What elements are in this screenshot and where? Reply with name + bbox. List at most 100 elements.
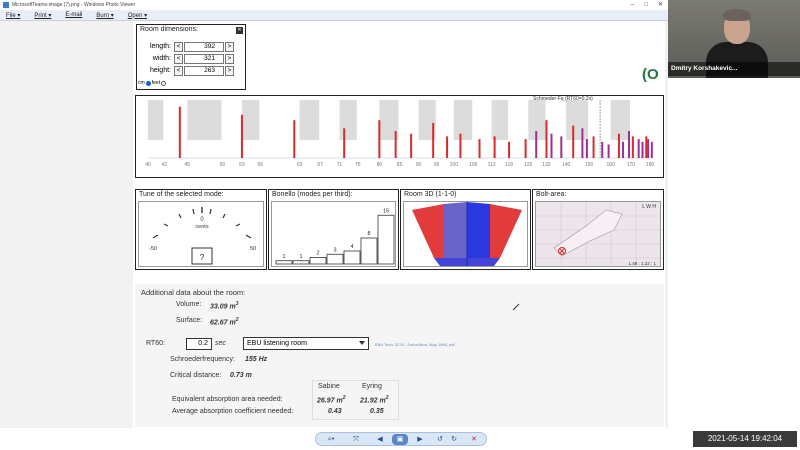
critical-distance-label: Critical distance:	[170, 372, 222, 379]
absorption-area-sabine: 26.97 m	[317, 397, 343, 405]
rt60-input[interactable]: 0.2	[186, 338, 212, 350]
menu-email[interactable]: E-mail	[65, 12, 82, 18]
mode-bar	[394, 131, 397, 158]
room-back-right	[467, 202, 490, 262]
schroeder-frequency-marker-label: Schroeder-Fq (RT60=0.2s)	[533, 96, 593, 102]
delete-button[interactable]: ✕	[468, 434, 480, 445]
x-tick-label: 140	[562, 162, 571, 168]
volume-value: 33.09 m	[210, 303, 236, 311]
unit-feet-label: feet	[151, 80, 161, 86]
menu-print[interactable]: Print ▾	[34, 12, 51, 19]
bonello-panel-title: Bonello (modes per third):	[272, 191, 353, 198]
background-band	[148, 100, 164, 140]
dial-tick	[178, 213, 182, 219]
surface-value-group: 62.67 m2	[210, 317, 238, 326]
x-tick-label: 42	[162, 162, 168, 168]
close-window-button[interactable]: ✕	[658, 0, 663, 10]
zoom-button[interactable]: ⌕▾	[322, 434, 340, 445]
mode-bar	[508, 141, 511, 158]
video-timestamp: 2021-05-14 19:42:04	[693, 431, 797, 447]
width-value[interactable]: 321	[184, 53, 224, 64]
bonello-bar	[360, 237, 378, 265]
tune-value: ?	[200, 253, 205, 262]
width-decrease-button[interactable]: <	[174, 53, 183, 64]
mode-bar	[621, 141, 624, 158]
unit-cm-label: cm	[138, 80, 145, 86]
side-pane	[668, 78, 800, 428]
room-type-select[interactable]: EBU listening room	[243, 337, 369, 350]
reference-link[interactable]: EBU Tech. 3276 - 2nd edition, May 1998, …	[375, 342, 455, 347]
mode-bar	[637, 139, 640, 158]
unit-cm-radio[interactable]	[145, 80, 151, 86]
mode-bar	[592, 136, 595, 158]
x-tick-label: 40	[145, 162, 151, 168]
surface-label: Surface:	[176, 317, 203, 324]
mode-bar	[647, 139, 650, 158]
x-tick-label: 56	[258, 162, 264, 168]
previous-button[interactable]: ◀	[374, 434, 386, 445]
tune-left-label: -50	[149, 246, 157, 252]
mode-bar	[631, 136, 634, 158]
fit-window-button[interactable]: ⤧	[350, 434, 362, 445]
height-decrease-button[interactable]: <	[174, 65, 183, 76]
screen: MicrosoftTeams-image (7).png - Windows P…	[0, 0, 800, 450]
mode-bar	[585, 139, 588, 158]
dial-tick	[222, 213, 226, 219]
video-tile: Dmitry Korshakevic...	[668, 0, 800, 78]
x-tick-label: 75	[355, 162, 361, 168]
length-decrease-button[interactable]: <	[174, 41, 183, 52]
surface-exponent: 2	[235, 317, 239, 323]
mode-bar	[560, 136, 563, 158]
bonello-panel: Bonello (modes per third): 1 1 2 3 4 8 15	[268, 189, 399, 270]
surface-value: 62.67 m	[210, 319, 236, 327]
area-exponent: 2	[385, 395, 389, 401]
mode-bar	[432, 122, 435, 158]
tune-meter: 0 cents -50 50 ?	[138, 201, 264, 267]
critical-distance-value: 0.73 m	[230, 372, 252, 379]
participant-name: Dmitry Korshakevic...	[668, 62, 800, 76]
bonello-bar-label: 2	[316, 251, 319, 257]
background-band	[630, 100, 649, 140]
length-label: length:	[149, 43, 171, 50]
width-increase-button[interactable]: >	[225, 53, 234, 64]
participant-hair	[723, 9, 751, 21]
app-logo: (O	[642, 66, 659, 83]
pen-cursor-icon	[512, 303, 520, 311]
slideshow-button[interactable]: ▣	[392, 434, 408, 445]
minimize-button[interactable]: –	[631, 0, 634, 10]
close-icon[interactable]: ✕	[236, 27, 243, 34]
height-increase-button[interactable]: >	[225, 65, 234, 76]
menu-open[interactable]: Open ▾	[128, 12, 147, 19]
background-band	[453, 100, 473, 140]
background-band	[357, 100, 379, 140]
maximize-button[interactable]: □	[644, 0, 648, 10]
menu-bar: File ▾ Print ▾ E-mail Burn ▾ Open ▾	[0, 10, 668, 21]
length-increase-button[interactable]: >	[225, 41, 234, 52]
rotate-right-button[interactable]: ↻	[448, 434, 460, 445]
next-button[interactable]: ▶	[414, 434, 426, 445]
bonello-bar-label: 1	[299, 254, 302, 260]
length-value[interactable]: 392	[184, 41, 224, 52]
room-dimensions-panel: Room dimensions: ✕ length: < 392 > width…	[136, 24, 246, 90]
background-band	[299, 100, 320, 140]
volume-label: Volume:	[176, 301, 202, 308]
x-tick-label: 106	[469, 162, 478, 168]
x-tick-label: 50	[220, 162, 226, 168]
rt60-unit: sec	[215, 340, 226, 347]
menu-file[interactable]: File ▾	[6, 12, 20, 19]
mode-bar	[535, 131, 538, 158]
room-right-wall	[490, 204, 522, 262]
background-band	[566, 100, 589, 140]
background-band	[610, 100, 630, 140]
menu-burn[interactable]: Burn ▾	[96, 12, 113, 19]
bonello-bar-label: 15	[383, 208, 389, 214]
room-3d-view	[403, 201, 528, 267]
mode-bar	[601, 141, 604, 158]
bonello-bar	[309, 257, 327, 265]
unit-feet-radio[interactable]	[161, 80, 167, 86]
background-band	[320, 100, 339, 140]
height-value[interactable]: 263	[184, 65, 224, 76]
schroeder-frequency-label: Schroederfrequency:	[170, 356, 235, 363]
height-row: height: < 263 >	[139, 65, 243, 76]
rotate-left-button[interactable]: ↺	[434, 434, 446, 445]
